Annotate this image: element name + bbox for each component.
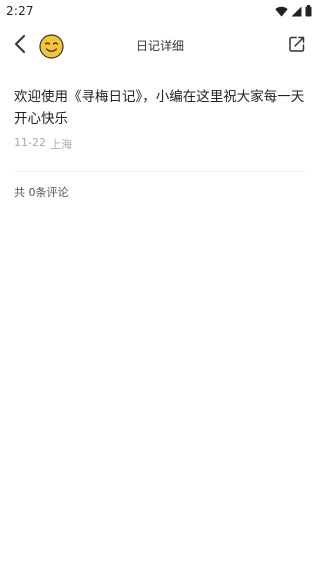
wifi-icon (275, 2, 288, 21)
share-icon (288, 35, 306, 57)
status-bar: 2:27 (0, 0, 320, 22)
comment-count: 共 0条评论 (14, 186, 69, 199)
status-icons (275, 2, 312, 21)
diary-text: 欢迎使用《寻梅日记》，小编在这里祝大家每一天开心快乐 (14, 89, 305, 127)
diary-date: 11-22 (14, 136, 46, 149)
app-header: 日记详细 (0, 22, 320, 70)
signal-icon (291, 2, 302, 21)
diary-meta: 11-22 上海 (14, 136, 306, 152)
divider (14, 171, 306, 172)
battery-icon (305, 2, 312, 21)
share-button[interactable] (286, 35, 308, 57)
status-time: 2:27 (6, 4, 34, 18)
page-title: 日记详细 (135, 39, 184, 53)
diary-detail-screen: 2:27 日记详细 欢迎使用《寻梅日记》，小编在这里祝大家每一天开心快乐 11-… (0, 0, 320, 568)
diary-location: 上海 (49, 138, 72, 151)
diary-content: 欢迎使用《寻梅日记》，小编在这里祝大家每一天开心快乐 11-22 上海 (14, 86, 306, 152)
